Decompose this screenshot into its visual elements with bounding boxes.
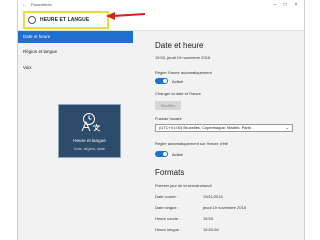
format-value: jeudi 19 novembre 2015	[203, 205, 246, 210]
timezone-value: (UTC+01:00) Bruxelles, Copenhague, Madri…	[159, 125, 251, 130]
auto-time-state: Activé	[172, 79, 183, 84]
format-label: Date courte :	[155, 194, 178, 199]
section-title-date-heure: Date et heure	[155, 41, 204, 50]
settings-window: ← Paramètres – □ × HEURE ET LANGUE Date …	[17, 0, 305, 240]
dst-toggle[interactable]	[155, 151, 168, 157]
sidebar-item-date-et-heure[interactable]: Date et heure	[18, 31, 133, 43]
header-highlight-frame[interactable]: HEURE ET LANGUE	[23, 11, 109, 29]
tile-subtitle: Voix, région, date	[74, 146, 105, 151]
back-button[interactable]: ←	[22, 0, 27, 10]
dst-state: Activé	[172, 152, 183, 157]
close-button[interactable]: ×	[293, 2, 299, 8]
chevron-down-icon: ⌄	[285, 125, 289, 130]
change-datetime-label: Changer la date et l'heure	[155, 91, 201, 96]
clock-language-icon	[81, 113, 101, 132]
title-bar: ← Paramètres – □ ×	[18, 0, 304, 10]
format-label: Date longue :	[155, 205, 179, 210]
modify-button[interactable]: Modifier	[155, 101, 181, 110]
current-datetime: 15:53, jeudi 19 novembre 2015	[155, 55, 211, 60]
format-value: 15:53:28	[203, 227, 219, 232]
main-content: Date et heure 15:53, jeudi 19 novembre 2…	[134, 31, 304, 240]
format-label: Heure courte :	[155, 216, 181, 221]
auto-time-label: Régler l'heure automatiquement	[155, 70, 212, 75]
page-title: HEURE ET LANGUE	[40, 17, 90, 23]
minimize-button[interactable]: –	[272, 2, 278, 8]
gear-icon	[28, 16, 36, 24]
format-label: Heure longue :	[155, 227, 182, 232]
sidebar-item-voix[interactable]: Voix	[18, 62, 133, 74]
dst-label: Régler automatiquement sur l'heure d'été	[155, 141, 229, 146]
timezone-select[interactable]: (UTC+01:00) Bruxelles, Copenhague, Madri…	[155, 124, 293, 132]
format-value: 15:53	[203, 216, 214, 221]
sidebar-item-region-et-langue[interactable]: Région et langue	[18, 46, 133, 58]
tile-title: Heure et langue	[73, 138, 106, 143]
maximize-button[interactable]: □	[282, 2, 288, 8]
category-tile[interactable]: Heure et langue Voix, région, date	[58, 104, 121, 158]
format-label: Premier jour de la semaine :	[155, 183, 206, 188]
section-title-formats: Formats	[155, 168, 185, 177]
auto-time-toggle[interactable]	[155, 78, 168, 84]
window-title: Paramètres	[31, 2, 52, 7]
format-value: lundi	[203, 183, 212, 188]
timezone-label: Fuseau horaire	[155, 116, 182, 121]
red-arrow-icon	[106, 12, 146, 20]
format-value: 19/11/2015	[203, 194, 223, 199]
